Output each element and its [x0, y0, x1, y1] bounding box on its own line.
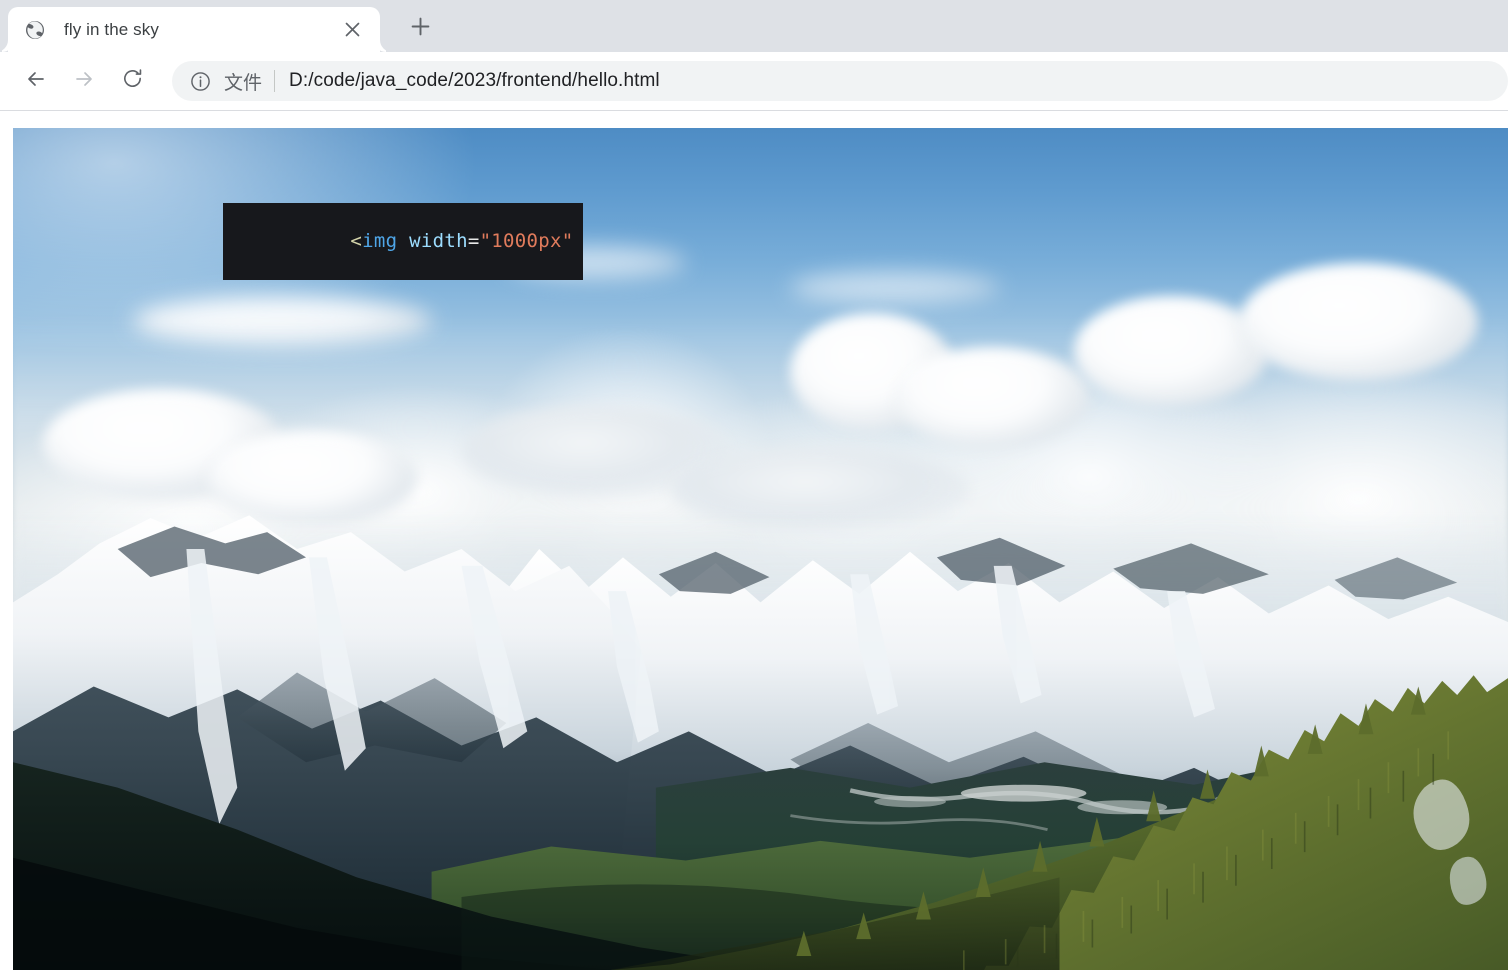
- forward-button[interactable]: [64, 61, 104, 101]
- code-snippet-overlay: <img width="1000px": [223, 203, 584, 280]
- new-tab-button[interactable]: [398, 7, 442, 51]
- code-token-tag: img: [362, 230, 398, 252]
- back-button[interactable]: [16, 61, 56, 101]
- url-scheme-label: 文件: [224, 71, 263, 94]
- plus-icon: [411, 17, 430, 41]
- tab-strip: fly in the sky: [0, 0, 1508, 52]
- landscape-photo: <img width="1000px": [13, 128, 1508, 970]
- arrow-right-icon: [72, 67, 96, 96]
- mountain-landscape-image: <img width="1000px": [13, 128, 1508, 970]
- reload-button[interactable]: [112, 61, 152, 101]
- arrow-left-icon: [24, 67, 48, 96]
- address-bar[interactable]: 文件 D:/code/java_code/2023/frontend/hello…: [172, 61, 1508, 101]
- browser-toolbar: 文件 D:/code/java_code/2023/frontend/hello…: [0, 52, 1508, 110]
- reload-icon: [121, 67, 144, 95]
- page-viewport: <img width="1000px": [0, 111, 1508, 970]
- info-circle-icon[interactable]: [188, 69, 212, 93]
- omnibox-divider: [274, 70, 276, 92]
- code-token-string: "1000px": [479, 230, 574, 252]
- close-icon[interactable]: [335, 13, 369, 47]
- browser-tab-active[interactable]: fly in the sky: [8, 7, 380, 52]
- globe-icon: [24, 19, 46, 41]
- code-token-equals: =: [467, 230, 480, 252]
- url-text: D:/code/java_code/2023/frontend/hello.ht…: [289, 70, 660, 91]
- code-token-punctuation: <: [350, 230, 363, 252]
- browser-window: fly in the sky 文件 D:/code/java_code/2023…: [0, 0, 1508, 970]
- tab-title: fly in the sky: [64, 19, 159, 39]
- code-token-attribute: width: [409, 230, 468, 252]
